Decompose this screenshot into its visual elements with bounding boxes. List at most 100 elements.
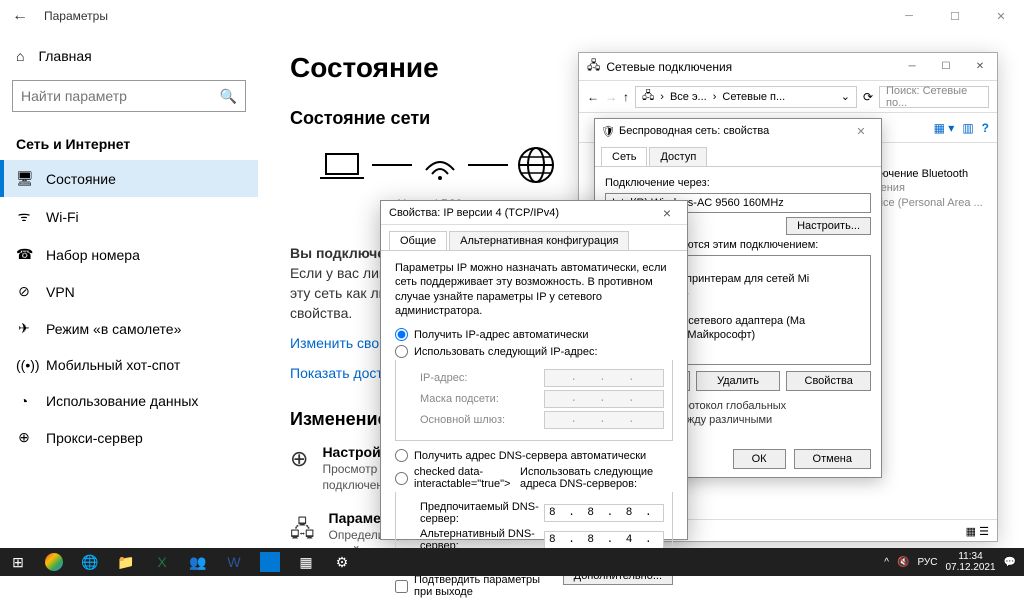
wp-icon: 🛡 <box>601 125 615 138</box>
sharing-icon: 🖧 <box>290 512 315 550</box>
radio-manual-ip[interactable]: Использовать следующий IP-адрес: <box>395 345 673 358</box>
tab-alt-config[interactable]: Альтернативная конфигурация <box>449 231 629 250</box>
bluetooth-connection-item[interactable]: ключение Bluetooth рчения evice (Persona… <box>869 167 989 210</box>
close-button[interactable]: ✕ <box>978 0 1024 32</box>
nc-maximize[interactable]: ☐ <box>929 53 963 81</box>
wp-titlebar: 🛡 Беспроводная сеть: свойства ✕ <box>595 119 881 143</box>
tab-general[interactable]: Общие <box>389 231 447 250</box>
nc-close[interactable]: ✕ <box>963 53 997 81</box>
excel-icon[interactable]: X <box>144 548 180 576</box>
edge-icon[interactable]: 🌐 <box>72 548 108 576</box>
home-label: Главная <box>38 48 91 64</box>
ip-address-input <box>544 369 664 387</box>
conn-via-label: Подключение через: <box>605 177 871 189</box>
folder-icon: 🖧 <box>642 87 654 106</box>
globe-icon <box>516 145 556 185</box>
taskbar: ⊞ 🌐 📁 X 👥 W ▦ ⚙ ^ 🔇 РУС 11:34 07.12.2021… <box>0 548 1024 576</box>
tab-network[interactable]: Сеть <box>601 147 647 166</box>
proxy-icon: ⊕ <box>16 429 32 446</box>
nav-usage[interactable]: ◔Использование данных <box>0 383 258 419</box>
nav-dialup[interactable]: ☎Набор номера <box>0 236 258 273</box>
nav-up-icon[interactable]: ↑ <box>623 90 629 104</box>
view-list-icon[interactable]: ☰ <box>979 526 989 538</box>
nav-fwd-icon[interactable]: → <box>605 90 617 104</box>
titlebar: ← Параметры ─ ☐ ✕ <box>0 0 1024 32</box>
maximize-button[interactable]: ☐ <box>932 0 978 32</box>
remove-button[interactable]: Удалить <box>696 371 781 391</box>
tray-chevron-icon[interactable]: ^ <box>884 557 889 568</box>
radio-manual-dns[interactable]: checked data-interactable="true">Использ… <box>395 466 673 490</box>
settings-taskbar-icon[interactable]: ⚙ <box>324 548 360 576</box>
props-button[interactable]: Свойства <box>786 371 871 391</box>
dialup-icon: ☎ <box>16 246 32 263</box>
nc-title: Сетевые подключения <box>606 60 732 74</box>
layout-icon[interactable]: ▥ <box>962 121 973 135</box>
view-tiles-icon[interactable]: ▦ <box>966 526 976 538</box>
ipv4-titlebar: Свойства: IP версии 4 (TCP/IPv4) × <box>381 201 687 225</box>
window-title: Параметры <box>44 9 108 23</box>
wifi-icon: ᯤ <box>16 207 32 226</box>
start-button[interactable]: ⊞ <box>0 548 36 576</box>
nc-minimize[interactable]: ─ <box>895 53 929 81</box>
globe-icon: ⊕ <box>290 446 308 472</box>
hotspot-icon: ((•)) <box>16 357 32 373</box>
nav-hotspot[interactable]: ((•))Мобильный хот-спот <box>0 347 258 383</box>
ipv4-close-button[interactable]: × <box>655 205 679 221</box>
explorer-icon[interactable]: 📁 <box>108 548 144 576</box>
view-icon[interactable]: ▦ ▾ <box>934 121 955 135</box>
search-input[interactable] <box>21 88 220 104</box>
dns1-input[interactable] <box>544 504 664 522</box>
nc-titlebar: 🖧 Сетевые подключения ─ ☐ ✕ <box>579 53 997 81</box>
minimize-button[interactable]: ─ <box>886 0 932 32</box>
wp-close-button[interactable]: ✕ <box>847 125 875 138</box>
lang-indicator[interactable]: РУС <box>917 557 937 568</box>
search-box[interactable]: 🔍 <box>12 80 246 112</box>
volume-icon[interactable]: 🔇 <box>897 557 909 568</box>
app2-icon[interactable]: ▦ <box>288 548 324 576</box>
validate-checkbox[interactable]: Подтвердить параметры при выходе Дополни… <box>395 574 673 598</box>
app-icon[interactable] <box>260 552 280 572</box>
nav-proxy[interactable]: ⊕Прокси-сервер <box>0 419 258 456</box>
help-icon[interactable]: ? <box>982 121 989 135</box>
tab-sharing[interactable]: Доступ <box>649 147 707 166</box>
ipv4-title: Свойства: IP версии 4 (TCP/IPv4) <box>389 207 559 219</box>
nav-airplane[interactable]: ✈Режим «в самолете» <box>0 310 258 347</box>
home-nav[interactable]: ⌂ Главная <box>0 40 258 72</box>
wifi-signal-icon <box>420 148 460 182</box>
window-controls: ─ ☐ ✕ <box>886 0 1024 32</box>
nc-navbar: ← → ↑ 🖧 ›Все э... ›Сетевые п... ⌄ ⟳ Поис… <box>579 81 997 113</box>
nc-title-icon: 🖧 <box>587 56 600 77</box>
radio-auto-ip[interactable]: Получить IP-адрес автоматически <box>395 328 673 341</box>
search-icon: 🔍 <box>220 88 237 105</box>
nc-search[interactable]: Поиск: Сетевые по... <box>879 86 989 108</box>
wp-tabs: Сеть Доступ <box>595 143 881 167</box>
refresh-icon[interactable]: ⟳ <box>863 90 873 104</box>
back-arrow-icon[interactable]: ← <box>12 7 28 25</box>
nav-back-icon[interactable]: ← <box>587 90 599 104</box>
ipv4-info-text: Параметры IP можно назначать автоматичес… <box>395 261 673 318</box>
subnet-mask-input <box>544 390 664 408</box>
configure-button[interactable]: Настроить... <box>786 217 871 235</box>
address-bar[interactable]: 🖧 ›Все э... ›Сетевые п... ⌄ <box>635 86 857 108</box>
chrome-icon[interactable] <box>45 553 63 571</box>
ok-button[interactable]: ОК <box>733 449 786 469</box>
usage-icon: ◔ <box>16 393 32 409</box>
vpn-icon: ⊘ <box>16 283 32 300</box>
teams-icon[interactable]: 👥 <box>180 548 216 576</box>
word-icon[interactable]: W <box>216 548 252 576</box>
gateway-input <box>544 411 664 429</box>
nav-status[interactable]: 🖥Состояние <box>0 160 258 197</box>
cancel-button[interactable]: Отмена <box>794 449 871 469</box>
nav-vpn[interactable]: ⊘VPN <box>0 273 258 310</box>
ipv4-properties-dialog: Свойства: IP версии 4 (TCP/IPv4) × Общие… <box>380 200 688 540</box>
radio-auto-dns[interactable]: Получить адрес DNS-сервера автоматически <box>395 449 673 462</box>
status-icon: 🖥 <box>16 170 32 187</box>
dns2-input[interactable] <box>544 531 664 549</box>
line-icon <box>372 163 412 167</box>
wp-title: Беспроводная сеть: свойства <box>619 125 769 137</box>
clock[interactable]: 11:34 07.12.2021 <box>945 551 995 573</box>
nav-wifi[interactable]: ᯤWi-Fi <box>0 197 258 236</box>
section-header: Сеть и Интернет <box>0 128 258 160</box>
laptop-icon <box>320 148 364 182</box>
notifications-icon[interactable]: 💬 <box>1004 557 1016 568</box>
